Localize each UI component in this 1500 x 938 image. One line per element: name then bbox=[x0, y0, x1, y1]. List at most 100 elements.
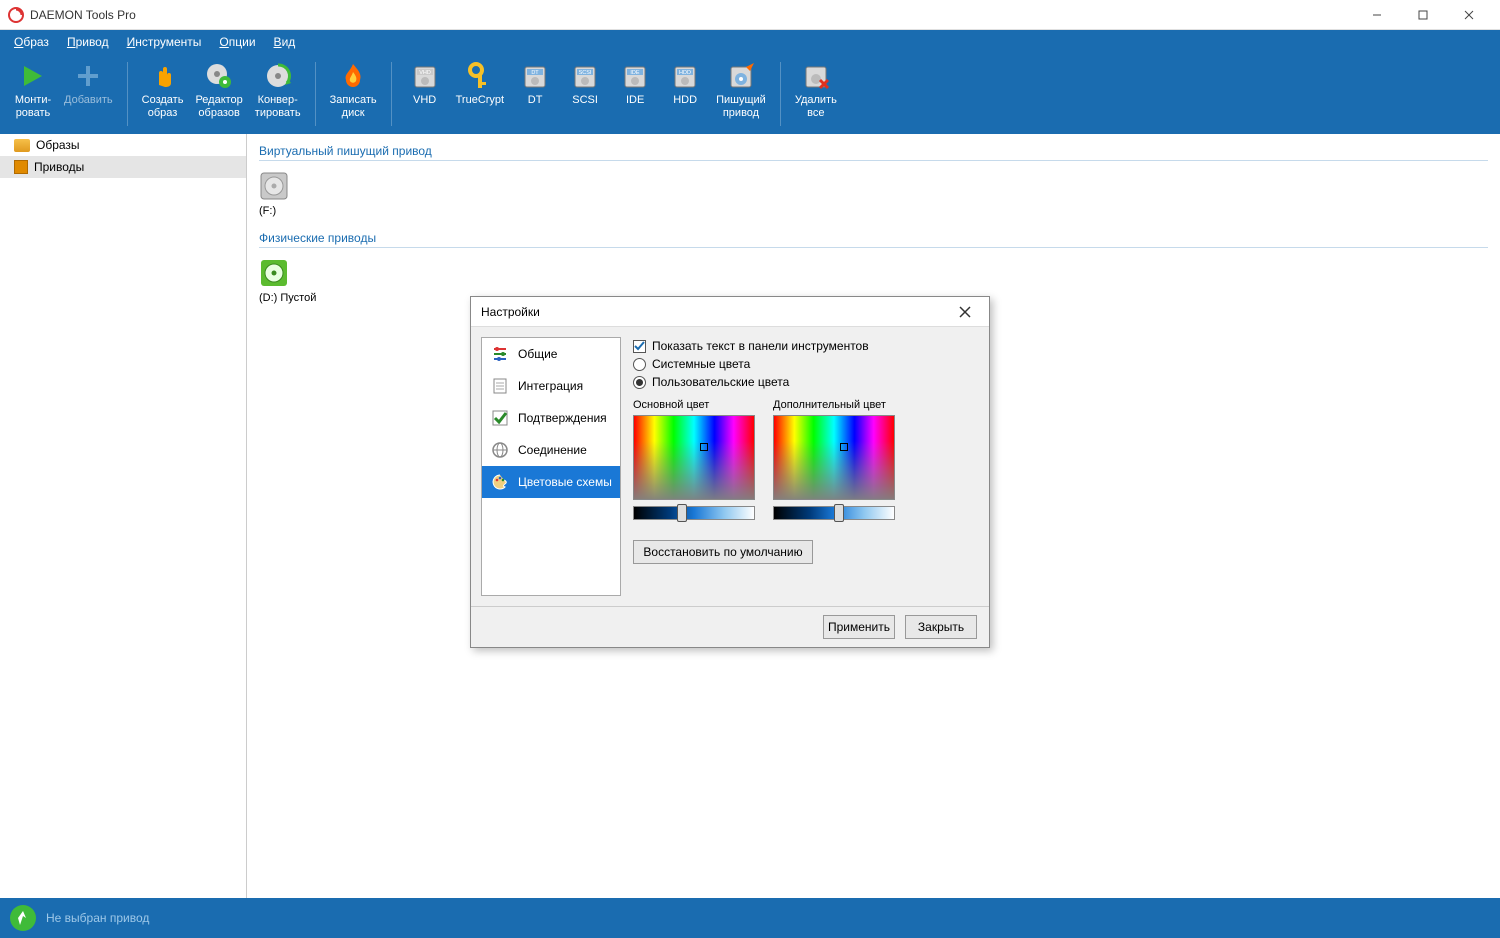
app-title: DAEMON Tools Pro bbox=[30, 8, 1354, 22]
apply-button[interactable]: Применить bbox=[823, 615, 895, 639]
toolbar-separator bbox=[391, 62, 392, 126]
toolbar-label: TrueCrypt bbox=[456, 94, 505, 107]
toolbar-label: образов bbox=[198, 107, 239, 120]
group-items: (F:) bbox=[259, 169, 1488, 227]
settings-dialog: Настройки ОбщиеИнтеграцияПодтвержденияСо… bbox=[470, 296, 990, 648]
toolbar-label: HDD bbox=[673, 94, 697, 107]
drive-icon bbox=[14, 160, 28, 174]
menu-item-3[interactable]: Опции bbox=[211, 32, 263, 52]
secondary-color-picker[interactable] bbox=[773, 415, 895, 500]
toolbar-button-3-1[interactable]: TrueCrypt bbox=[450, 58, 511, 109]
group-title-0: Виртуальный пишущий привод bbox=[259, 144, 1488, 158]
toolbar-button-3-5[interactable]: HDD HDD bbox=[660, 58, 710, 109]
toolbar-button-0-0[interactable]: Монти-ровать bbox=[8, 58, 58, 122]
drive-label: (D:) Пустой bbox=[259, 292, 316, 304]
menubar: ОбразПриводИнструментыОпцииВид bbox=[0, 30, 1500, 54]
toolbar-label: Создать bbox=[142, 94, 184, 107]
disc-gear-icon bbox=[203, 60, 235, 92]
sidebar-item-1[interactable]: Приводы bbox=[0, 156, 246, 178]
slider-thumb bbox=[677, 504, 687, 522]
slider-thumb bbox=[834, 504, 844, 522]
toolbar-button-3-4[interactable]: IDE IDE bbox=[610, 58, 660, 109]
svg-text:IDE: IDE bbox=[631, 70, 641, 76]
toolbar-label: привод bbox=[723, 107, 759, 120]
sidebar-item-0[interactable]: Образы bbox=[0, 134, 246, 156]
toolbar-label: ровать bbox=[16, 107, 51, 120]
show-text-label: Показать текст в панели инструментов bbox=[652, 339, 869, 353]
menu-item-4[interactable]: Вид bbox=[266, 32, 304, 52]
settings-nav-3[interactable]: Соединение bbox=[482, 434, 620, 466]
system-colors-radio[interactable]: Системные цвета bbox=[633, 357, 979, 371]
settings-nav-label: Цветовые схемы bbox=[518, 475, 612, 489]
settings-nav-4[interactable]: Цветовые схемы bbox=[482, 466, 620, 498]
toolbar-label: Конвер- bbox=[258, 94, 298, 107]
primary-hue-slider[interactable] bbox=[633, 506, 755, 520]
doc-icon bbox=[490, 376, 510, 396]
dialog-close-button[interactable] bbox=[951, 298, 979, 326]
dialog-content: Показать текст в панели инструментов Сис… bbox=[633, 337, 979, 596]
drive-item[interactable]: (D:) Пустой bbox=[259, 258, 316, 304]
svg-text:HDD: HDD bbox=[679, 70, 691, 76]
radio-icon bbox=[633, 358, 646, 371]
color-pickers: Основной цвет Дополнительный цвет bbox=[633, 399, 979, 520]
toolbar-label: Добавить bbox=[64, 94, 113, 107]
toolbar-button-3-0[interactable]: VHDVHD bbox=[400, 58, 450, 109]
color-marker bbox=[840, 443, 848, 451]
sidebar-label: Приводы bbox=[34, 160, 84, 174]
settings-nav-label: Общие bbox=[518, 347, 557, 361]
toolbar-button-2-0[interactable]: Записатьдиск bbox=[324, 58, 383, 122]
minimize-button[interactable] bbox=[1354, 0, 1400, 30]
toolbar-label: образ bbox=[148, 107, 178, 120]
toolbar-label: DT bbox=[528, 94, 543, 107]
user-colors-label: Пользовательские цвета bbox=[652, 375, 789, 389]
color-marker bbox=[700, 443, 708, 451]
svg-text:DT: DT bbox=[531, 70, 539, 76]
settings-nav-label: Соединение bbox=[518, 443, 587, 457]
restore-defaults-button[interactable]: Восстановить по умолчанию bbox=[633, 540, 813, 564]
menu-item-0[interactable]: Образ bbox=[6, 32, 57, 52]
show-text-checkbox[interactable]: Показать текст в панели инструментов bbox=[633, 339, 979, 353]
toolbar-label: VHD bbox=[413, 94, 436, 107]
toolbar-button-3-2[interactable]: DT DT bbox=[510, 58, 560, 109]
menu-item-1[interactable]: Привод bbox=[59, 32, 117, 52]
disc-write-icon bbox=[725, 60, 757, 92]
menu-item-2[interactable]: Инструменты bbox=[119, 32, 210, 52]
toolbar-button-1-0[interactable]: Создатьобраз bbox=[136, 58, 190, 122]
toolbar-label: IDE bbox=[626, 94, 644, 107]
check-icon bbox=[490, 408, 510, 428]
settings-nav-0[interactable]: Общие bbox=[482, 338, 620, 370]
toolbar-button-1-2[interactable]: Конвер-тировать bbox=[249, 58, 307, 122]
globe-icon bbox=[490, 440, 510, 460]
toolbar: Монти-роватьДобавитьСоздатьобразРедактор… bbox=[0, 54, 1500, 134]
toolbar-label: тировать bbox=[255, 107, 301, 120]
toolbar-button-3-3[interactable]: SCSISCSI bbox=[560, 58, 610, 109]
hdd-label-icon: SCSI bbox=[569, 60, 601, 92]
key-icon bbox=[464, 60, 496, 92]
checkbox-icon bbox=[633, 340, 646, 353]
hdd-x-icon bbox=[800, 60, 832, 92]
sidebar: Образы Приводы bbox=[0, 134, 247, 898]
secondary-color-column: Дополнительный цвет bbox=[773, 399, 895, 520]
settings-nav-2[interactable]: Подтверждения bbox=[482, 402, 620, 434]
toolbar-button-3-6[interactable]: Пишущийпривод bbox=[710, 58, 772, 122]
toolbar-button-1-1[interactable]: Редакторобразов bbox=[189, 58, 248, 122]
settings-nav-1[interactable]: Интеграция bbox=[482, 370, 620, 402]
secondary-hue-slider[interactable] bbox=[773, 506, 895, 520]
close-dialog-button[interactable]: Закрыть bbox=[905, 615, 977, 639]
toolbar-label: диск bbox=[342, 107, 365, 120]
system-colors-label: Системные цвета bbox=[652, 357, 750, 371]
status-icon bbox=[10, 905, 36, 931]
toolbar-label: Удалить bbox=[795, 94, 837, 107]
dialog-body: Общие ИнтеграцияПодтверждения Соединение Цв… bbox=[471, 327, 989, 606]
disc-reload-icon bbox=[262, 60, 294, 92]
maximize-button[interactable] bbox=[1400, 0, 1446, 30]
hdd-label-icon: IDE bbox=[619, 60, 651, 92]
primary-color-picker[interactable] bbox=[633, 415, 755, 500]
drive-item[interactable]: (F:) bbox=[259, 171, 289, 217]
close-button[interactable] bbox=[1446, 0, 1492, 30]
toolbar-button-0-1: Добавить bbox=[58, 58, 119, 109]
flame-icon bbox=[337, 60, 369, 92]
user-colors-radio[interactable]: Пользовательские цвета bbox=[633, 375, 979, 389]
group-title-1: Физические приводы bbox=[259, 231, 1488, 245]
toolbar-button-4-0[interactable]: Удалитьвсе bbox=[789, 58, 843, 122]
